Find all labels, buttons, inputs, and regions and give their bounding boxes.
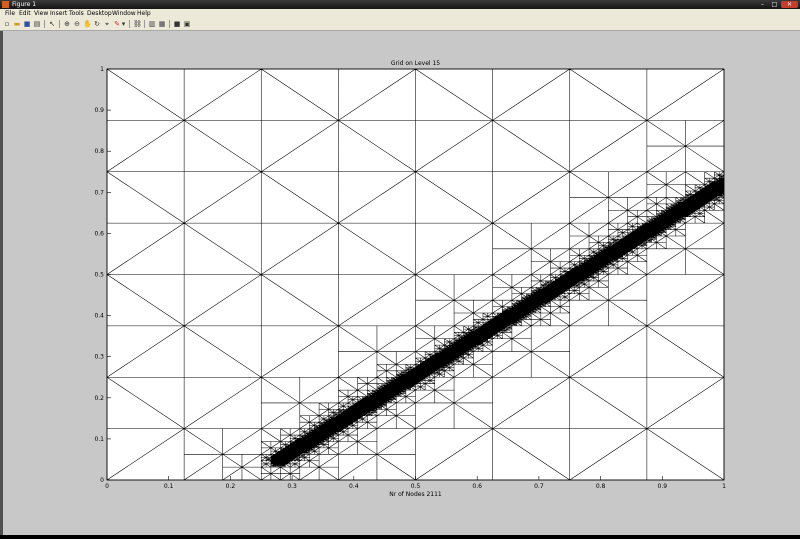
- menu-tools[interactable]: Tools: [69, 9, 84, 18]
- triangle-mesh: [106, 68, 725, 481]
- x-tick-label: 0.7: [534, 483, 544, 490]
- x-tick-label: 0.9: [658, 483, 668, 490]
- y-tick-label: 0.6: [94, 230, 104, 237]
- x-tick-labels: 0 0.1 0.2 0.3 0.4 0.5 0.6 0.7 0.8 0.9 1: [105, 483, 726, 490]
- y-tick-label: 0: [100, 477, 104, 484]
- colorbar-icon[interactable]: ▥: [148, 20, 156, 28]
- open-file-icon[interactable]: ▬: [13, 20, 21, 28]
- x-tick-label: 0: [105, 483, 109, 490]
- menu-edit[interactable]: Edit: [19, 9, 31, 18]
- x-tick-label: 0.3: [287, 483, 297, 490]
- y-tick-label: 0.9: [94, 107, 104, 114]
- title-bar[interactable]: Figure 1 – □ ✕: [0, 0, 800, 9]
- zoom-in-icon[interactable]: ⊕: [63, 20, 71, 28]
- figure-canvas: Grid on Level 15 Nr of Nodes 2111 0 0.1 0.…: [0, 31, 800, 535]
- print-icon[interactable]: ▤: [33, 20, 41, 28]
- matlab-app-icon: [2, 1, 9, 8]
- x-tick-label: 0.4: [349, 483, 359, 490]
- x-tick-label: 0.6: [472, 483, 482, 490]
- menu-file[interactable]: File: [5, 9, 15, 18]
- toolbar-separator: [129, 20, 130, 28]
- rotate-3d-icon[interactable]: ↻: [93, 20, 101, 28]
- mesh-plot[interactable]: Grid on Level 15 Nr of Nodes 2111 0 0.1 0.…: [0, 31, 800, 535]
- plot-title: Grid on Level 15: [391, 60, 440, 67]
- y-tick-label: 0.1: [94, 436, 104, 443]
- menu-window[interactable]: Window: [112, 9, 136, 18]
- y-tick-label: 0.3: [94, 354, 104, 361]
- x-axis-label: Nr of Nodes 2111: [389, 491, 442, 498]
- y-tick-label: 0.2: [94, 395, 104, 402]
- x-tick-label: 0.1: [164, 483, 174, 490]
- toolbar-separator: [59, 20, 60, 28]
- link-plot-icon[interactable]: ⛓: [133, 20, 142, 28]
- figure-toolbar: ▫ ▬ ■ ▤ ↖ ⊕ ⊖ ✋ ↻ ⌖ ✎ ▾ ⛓ ▥ ▦ ■ ▣: [0, 18, 800, 31]
- close-button[interactable]: ✕: [781, 1, 798, 8]
- menu-insert[interactable]: Insert: [50, 9, 67, 18]
- toolbar-separator: [44, 20, 45, 28]
- y-tick-label: 0.8: [94, 148, 104, 155]
- y-tick-label: 0.7: [94, 189, 104, 196]
- brush-icon[interactable]: ✎: [113, 20, 121, 28]
- y-tick-label: 0.4: [94, 313, 104, 320]
- y-tick-labels: 0 0.1 0.2 0.3 0.4 0.5 0.6 0.7 0.8 0.9 1: [94, 66, 104, 484]
- brush-dropdown-icon[interactable]: ▾: [121, 20, 126, 28]
- window-left-edge: [0, 31, 3, 535]
- x-tick-label: 0.2: [226, 483, 236, 490]
- pan-icon[interactable]: ✋: [83, 20, 92, 28]
- x-tick-label: 0.5: [411, 483, 421, 490]
- hide-plot-tools-icon[interactable]: ■: [173, 20, 181, 28]
- menu-bar: File Edit View Insert Tools Desktop Wind…: [0, 9, 800, 18]
- new-figure-icon[interactable]: ▫: [3, 20, 11, 28]
- y-tick-label: 1: [100, 66, 104, 73]
- window-title: Figure 1: [12, 1, 37, 8]
- show-plot-tools-icon[interactable]: ▣: [183, 20, 191, 28]
- menu-desktop[interactable]: Desktop: [87, 9, 112, 18]
- toolbar-separator: [169, 20, 170, 28]
- y-tick-label: 0.5: [94, 272, 104, 279]
- minimize-button[interactable]: –: [757, 1, 768, 8]
- mesh-edges: [106, 68, 725, 481]
- toolbar-separator: [144, 20, 145, 28]
- data-cursor-icon[interactable]: ⌖: [103, 20, 111, 28]
- save-icon[interactable]: ■: [23, 20, 31, 28]
- maximize-button[interactable]: □: [769, 1, 780, 8]
- x-tick-label: 1: [722, 483, 726, 490]
- x-tick-label: 0.8: [596, 483, 606, 490]
- menu-view[interactable]: View: [34, 9, 48, 18]
- figure-window: Figure 1 – □ ✕ File Edit View Insert Too…: [0, 0, 800, 535]
- edit-plot-icon[interactable]: ↖: [48, 20, 56, 28]
- legend-icon[interactable]: ▦: [158, 20, 166, 28]
- zoom-out-icon[interactable]: ⊖: [73, 20, 81, 28]
- menu-help[interactable]: Help: [137, 9, 151, 18]
